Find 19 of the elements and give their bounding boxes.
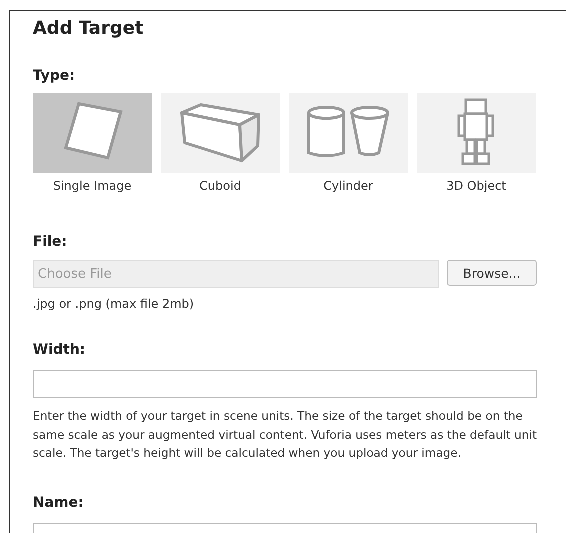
dialog-title: Add Target <box>33 17 145 41</box>
type-tile[interactable] <box>289 93 408 173</box>
type-option-label: 3D Object <box>446 179 506 193</box>
type-option-label: Single Image <box>53 179 132 193</box>
width-field[interactable] <box>33 370 537 398</box>
type-tile[interactable] <box>417 93 536 173</box>
box-icon <box>180 103 262 163</box>
type-label: Type: <box>33 67 76 85</box>
width-label: Width: <box>33 341 87 359</box>
file-label: File: <box>33 233 68 251</box>
name-label: Name: <box>33 494 85 512</box>
type-option-label: Cuboid <box>200 179 242 193</box>
width-help-text: Enter the width of your target in scene units. The size of the target should be on the same scale as your augmented virtual content. Vuforia uses meters as the default unit scale. The target's height will be calculated when you upload your image. <box>33 408 538 462</box>
file-hint: .jpg or .png (max file 2mb) <box>33 297 196 311</box>
type-option-label: Cylinder <box>324 179 374 193</box>
type-tile[interactable] <box>33 93 152 173</box>
type-tile[interactable] <box>161 93 280 173</box>
file-field[interactable]: Choose File <box>33 260 439 288</box>
browse-button[interactable]: Browse... <box>447 260 537 286</box>
